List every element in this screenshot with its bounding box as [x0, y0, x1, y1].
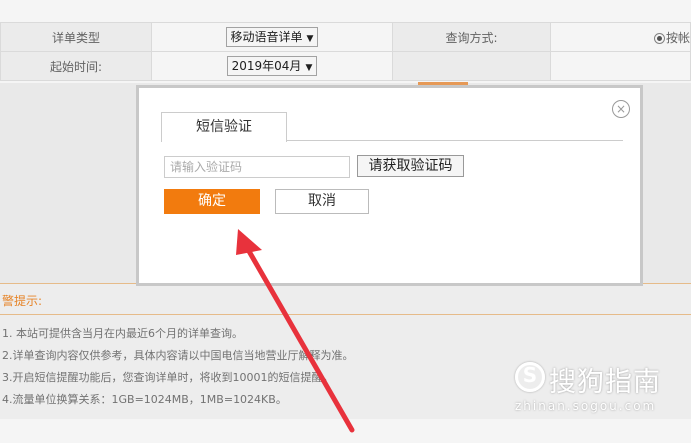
watermark-brand: 搜狗指南: [549, 367, 661, 398]
page: 详单类型 移动语音详单 ▼ 查询方式: 按帐 起始时间: 2019年04月 ▼ 警提…: [0, 0, 691, 443]
sogou-logo-icon: [515, 362, 545, 392]
watermark-url: zhinan.sogou.com: [515, 399, 657, 413]
